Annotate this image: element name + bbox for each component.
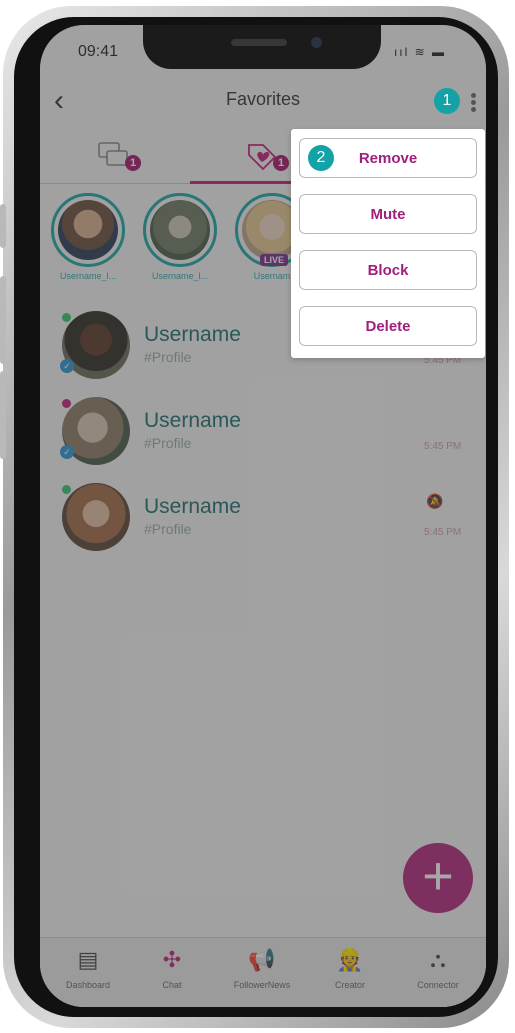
delete-button[interactable]: Delete xyxy=(299,306,477,346)
step-marker-1: 1 xyxy=(434,88,460,114)
block-button[interactable]: Block xyxy=(299,250,477,290)
mute-switch xyxy=(0,204,6,248)
options-menu: Remove Mute Block Delete 2 xyxy=(291,129,485,358)
app-screen: 09:41 ııl ≋ ▬ ‹ Favorites 1 1 Username_l… xyxy=(40,25,486,1007)
more-options-icon[interactable] xyxy=(471,91,479,114)
volume-down-button xyxy=(0,371,6,459)
volume-up-button xyxy=(0,276,6,364)
step-marker-2: 2 xyxy=(308,145,334,171)
mute-button[interactable]: Mute xyxy=(299,194,477,234)
